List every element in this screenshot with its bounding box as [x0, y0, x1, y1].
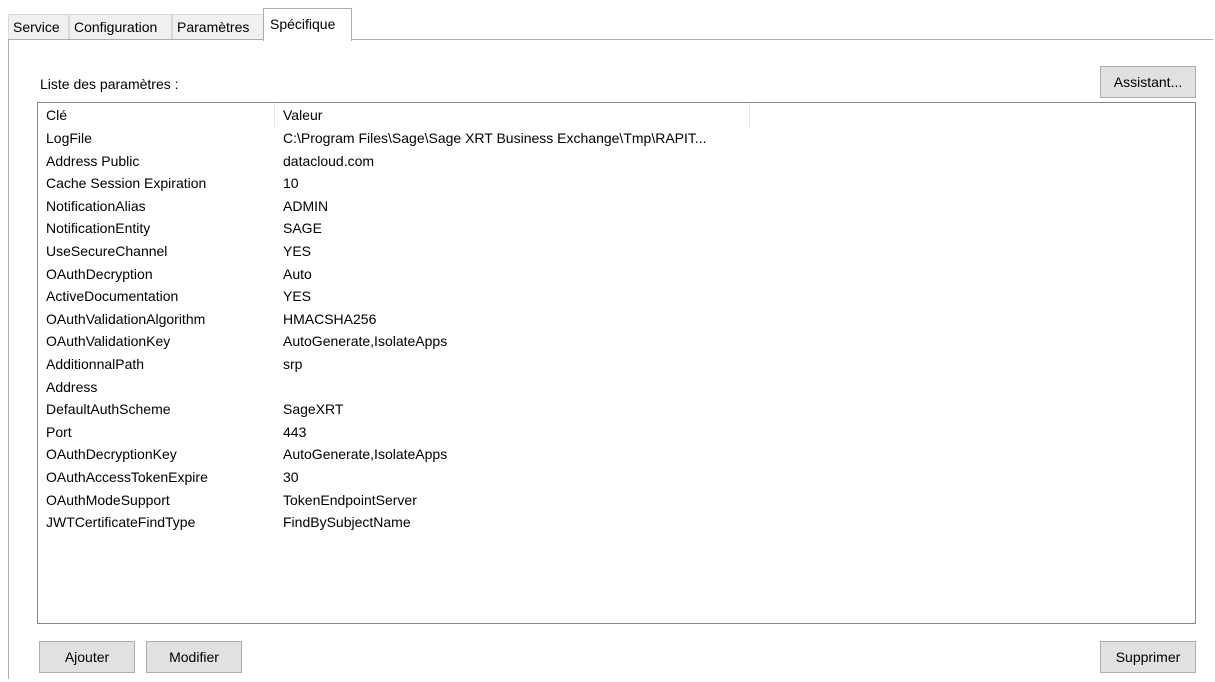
row-value: 443	[283, 423, 307, 440]
row-key: OAuthValidationKey	[46, 333, 171, 350]
list-header: Clé Valeur	[38, 103, 1195, 127]
row-key: Address Public	[46, 152, 140, 169]
parameters-list[interactable]: Clé Valeur LogFile C:\Program Files\Sage\…	[37, 102, 1196, 624]
tab-strip: Service Configuration Paramètres Spécifi…	[8, 8, 1215, 41]
row-value: 30	[283, 468, 299, 485]
row-key: Cache Session Expiration	[46, 175, 207, 192]
row-value: srp	[283, 355, 303, 372]
list-row[interactable]: OAuthValidationAlgorithm HMACSHA256	[38, 308, 1195, 331]
row-key: NotificationAlias	[46, 197, 146, 214]
list-row[interactable]: OAuthAccessTokenExpire 30	[38, 466, 1195, 489]
row-key: OAuthAccessTokenExpire	[46, 468, 208, 485]
row-key: OAuthDecryptionKey	[46, 446, 177, 463]
list-row[interactable]: LogFile C:\Program Files\Sage\Sage XRT Bu…	[38, 127, 1195, 150]
tab-parametres[interactable]: Paramètres	[172, 14, 264, 40]
add-button[interactable]: Ajouter	[39, 641, 135, 673]
row-value: HMACSHA256	[283, 310, 377, 327]
row-value: YES	[283, 242, 312, 259]
list-row[interactable]: OAuthValidationKey AutoGenerate,IsolateAp…	[38, 330, 1195, 353]
row-value: datacloud.com	[283, 152, 375, 169]
list-row[interactable]: JWTCertificateFindType FindBySubjectName	[38, 511, 1195, 534]
row-value: C:\Program Files\Sage\Sage XRT Business …	[283, 130, 707, 146]
row-key: NotificationEntity	[46, 220, 151, 237]
list-row[interactable]: UseSecureChannel YES	[38, 240, 1195, 263]
list-row[interactable]: NotificationEntity SAGE	[38, 217, 1195, 240]
row-value: 10	[283, 175, 299, 192]
column-header-key[interactable]: Clé	[38, 103, 275, 127]
tab-service[interactable]: Service	[8, 14, 69, 40]
row-key: ActiveDocumentation	[46, 288, 179, 305]
row-value: AutoGenerate,IsolateApps	[283, 333, 448, 350]
modify-button[interactable]: Modifier	[146, 641, 242, 673]
parameters-list-label: Liste des paramètres :	[40, 76, 179, 92]
list-row[interactable]: ActiveDocumentation YES	[38, 285, 1195, 308]
row-value: SAGE	[283, 220, 322, 237]
row-value: TokenEndpointServer	[283, 491, 417, 508]
column-header-value[interactable]: Valeur	[275, 103, 750, 127]
assistant-button[interactable]: Assistant...	[1100, 66, 1196, 98]
row-value: ADMIN	[283, 197, 329, 214]
row-key: DefaultAuthScheme	[46, 401, 171, 418]
row-value: FindBySubjectName	[283, 514, 411, 531]
list-row[interactable]: OAuthModeSupport TokenEndpointServer	[38, 489, 1195, 512]
tab-specifique[interactable]: Spécifique	[263, 8, 352, 41]
list-row[interactable]: AdditionnalPath srp	[38, 353, 1195, 376]
list-row[interactable]: Address Public datacloud.com	[38, 150, 1195, 173]
list-row[interactable]: Cache Session Expiration 10	[38, 172, 1195, 195]
row-key: Port	[46, 423, 72, 440]
row-value: SageXRT	[283, 401, 344, 418]
row-key: UseSecureChannel	[46, 242, 168, 259]
delete-button[interactable]: Supprimer	[1100, 641, 1196, 673]
row-value: AutoGenerate,IsolateApps	[283, 446, 448, 463]
row-key: OAuthModeSupport	[46, 491, 170, 508]
tab-configuration[interactable]: Configuration	[69, 14, 172, 40]
list-row[interactable]: Port 443	[38, 421, 1195, 444]
row-key: AdditionnalPath	[46, 355, 145, 372]
row-key: LogFile	[46, 130, 92, 146]
list-row[interactable]: NotificationAlias ADMIN	[38, 195, 1195, 218]
list-row[interactable]: OAuthDecryptionKey AutoGenerate,IsolateAp…	[38, 443, 1195, 466]
list-rows: LogFile C:\Program Files\Sage\Sage XRT Bu…	[38, 127, 1195, 534]
row-key: OAuthDecryption	[46, 265, 153, 282]
list-row[interactable]: DefaultAuthScheme SageXRT	[38, 398, 1195, 421]
list-row[interactable]: Address	[38, 376, 1195, 399]
list-row[interactable]: OAuthDecryption Auto	[38, 263, 1195, 286]
row-key: Address	[46, 378, 98, 395]
row-value: Auto	[283, 265, 312, 282]
row-key: OAuthValidationAlgorithm	[46, 310, 206, 327]
row-value: YES	[283, 288, 312, 305]
row-key: JWTCertificateFindType	[46, 514, 196, 531]
